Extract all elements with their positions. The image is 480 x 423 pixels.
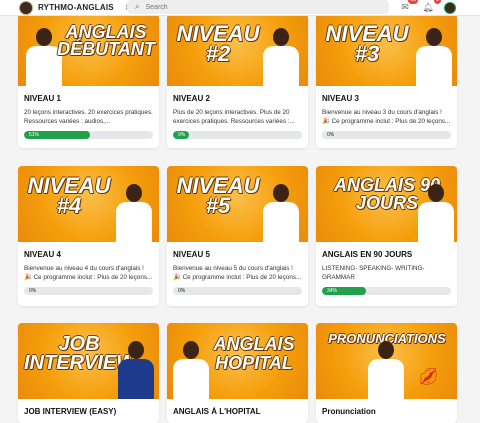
course-card[interactable]: NIVEAU #4 NIVEAU 4 Bienvenue au niveau 4… bbox=[18, 166, 159, 306]
course-title[interactable]: NIVEAU 1 bbox=[24, 94, 153, 103]
banner-title: NIVEAU #4 bbox=[27, 173, 111, 218]
course-description: Bienvenue au niveau 3 du cours d'anglais… bbox=[322, 109, 451, 125]
progress-bar: 51% bbox=[24, 131, 153, 139]
course-title[interactable]: NIVEAU 5 bbox=[173, 250, 302, 259]
course-banner[interactable]: NIVEAU #4 bbox=[18, 166, 159, 242]
course-banner[interactable]: JOB INTERVIEW bbox=[18, 323, 159, 399]
banner-title: NIVEAU #5 bbox=[176, 173, 260, 218]
course-card[interactable]: ANGLAIS HOPITAL ANGLAIS À L'HOPITAL bbox=[167, 323, 308, 423]
progress-label: 0% bbox=[29, 288, 37, 294]
course-description: Bienvenue au niveau 4 du cours d'anglais… bbox=[24, 265, 153, 281]
course-title[interactable]: NIVEAU 2 bbox=[173, 94, 302, 103]
messages-icon[interactable]: ✉10 bbox=[398, 0, 418, 15]
messages-badge: 10 bbox=[408, 0, 418, 4]
course-card[interactable]: PRONUNCIATIONS 💋︎ Pronunciation bbox=[316, 323, 457, 423]
search-icon: ⌕ bbox=[135, 2, 140, 11]
course-card[interactable]: JOB INTERVIEW JOB INTERVIEW (EASY) bbox=[18, 323, 159, 423]
course-description: 20 leçons interactives. 20 exercices pra… bbox=[24, 109, 153, 125]
course-title[interactable]: Pronunciation bbox=[322, 407, 451, 416]
course-title[interactable]: NIVEAU 3 bbox=[322, 94, 451, 103]
progress-bar: 0% bbox=[173, 287, 302, 295]
progress-bar: 0% bbox=[322, 131, 451, 139]
lips-icon: 💋︎ bbox=[418, 369, 439, 386]
course-card[interactable]: NIVEAU #2 NIVEAU 2 Plus de 20 leçons int… bbox=[167, 14, 308, 148]
brand-logo[interactable] bbox=[19, 0, 33, 15]
top-bar: RYTHMO-ANGLAIS ⇕ ⌕ ✉10 🔔︎3 bbox=[0, 0, 480, 16]
course-title[interactable]: ANGLAIS EN 90 JOURS bbox=[322, 250, 451, 259]
banner-title: NIVEAU #3 bbox=[325, 21, 409, 66]
notifications-badge: 3 bbox=[434, 0, 441, 4]
course-title[interactable]: ANGLAIS À L'HOPITAL bbox=[173, 407, 302, 416]
course-banner[interactable]: NIVEAU #3 bbox=[316, 14, 457, 86]
progress-bar: 9% bbox=[173, 131, 302, 139]
banner-title: ANGLAIS HOPITAL bbox=[213, 334, 295, 373]
course-banner[interactable]: ANGLAIS 90 JOURS bbox=[316, 166, 457, 242]
course-banner[interactable]: NIVEAU #5 bbox=[167, 166, 308, 242]
progress-label: 51% bbox=[29, 132, 40, 138]
avatar[interactable] bbox=[444, 1, 456, 14]
course-card[interactable]: NIVEAU #3 NIVEAU 3 Bienvenue au niveau 3… bbox=[316, 14, 457, 148]
course-card[interactable]: ANGLAIS DÉBUTANT NIVEAU 1 20 leçons inte… bbox=[18, 14, 159, 148]
progress-bar: 34% bbox=[322, 287, 451, 295]
course-banner[interactable]: NIVEAU #2 bbox=[167, 14, 308, 86]
course-card[interactable]: ANGLAIS 90 JOURS ANGLAIS EN 90 JOURS LIS… bbox=[316, 166, 457, 306]
progress-label: 0% bbox=[178, 288, 186, 294]
course-banner[interactable]: ANGLAIS HOPITAL bbox=[167, 323, 308, 399]
progress-bar: 0% bbox=[24, 287, 153, 295]
search-input[interactable] bbox=[145, 3, 346, 11]
brand-name[interactable]: RYTHMO-ANGLAIS bbox=[38, 3, 114, 12]
banner-title: ANGLAIS DÉBUTANT bbox=[57, 22, 155, 59]
course-banner[interactable]: ANGLAIS DÉBUTANT bbox=[18, 14, 159, 86]
progress-label: 0% bbox=[327, 132, 335, 138]
progress-label: 9% bbox=[178, 132, 186, 138]
course-title[interactable]: JOB INTERVIEW (EASY) bbox=[24, 407, 153, 416]
course-description: LISTENING- SPEAKING- WRITING- GRAMMAR bbox=[322, 265, 425, 281]
bell-icon[interactable]: 🔔︎3 bbox=[421, 0, 441, 15]
course-banner[interactable]: PRONUNCIATIONS 💋︎ bbox=[316, 323, 457, 399]
course-card[interactable]: NIVEAU #5 NIVEAU 5 Bienvenue au niveau 5… bbox=[167, 166, 308, 306]
search-bar[interactable]: ⌕ bbox=[127, 0, 389, 14]
course-description: Plus de 20 leçons interactives. Plus de … bbox=[173, 109, 295, 125]
course-description: Bienvenue au niveau 5 du cours d'anglais… bbox=[173, 265, 302, 281]
course-title[interactable]: NIVEAU 4 bbox=[24, 250, 153, 259]
progress-label: 34% bbox=[327, 288, 338, 294]
banner-title: NIVEAU #2 bbox=[176, 21, 260, 66]
